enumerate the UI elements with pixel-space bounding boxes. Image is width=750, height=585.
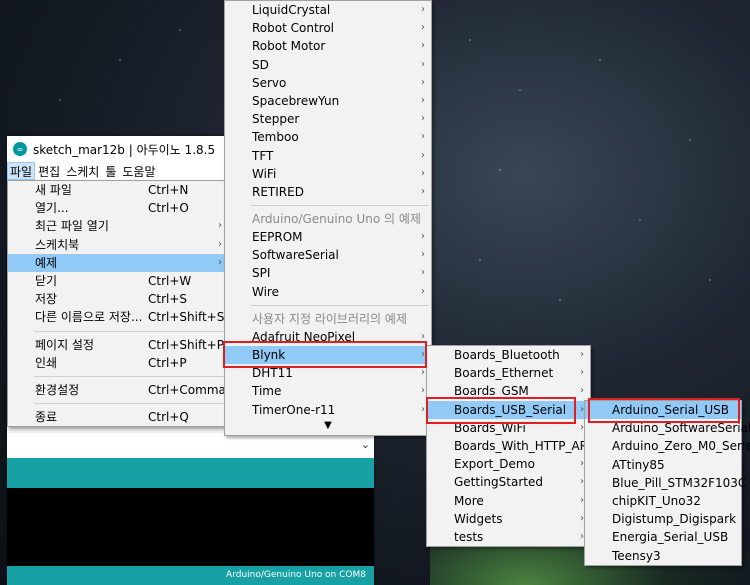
- examples-board-header: Arduino/Genuino Uno 의 예제: [252, 212, 421, 227]
- example-wire[interactable]: Wire ›: [225, 283, 431, 301]
- menu-separator: [34, 330, 226, 332]
- usb-attiny85[interactable]: ATtiny85: [585, 456, 741, 474]
- blynk-boards-http-api[interactable]: Boards_With_HTTP_API ›: [427, 437, 590, 455]
- chevron-right-icon: ›: [580, 367, 584, 379]
- menu-separator: [34, 403, 226, 405]
- blynk-boards-bluetooth[interactable]: Boards_Bluetooth ›: [427, 346, 590, 364]
- usb-teensy3[interactable]: Teensy3: [585, 547, 741, 565]
- chevron-right-icon: ›: [421, 403, 425, 415]
- example-retired[interactable]: RETIRED ›: [225, 183, 431, 201]
- chevron-right-icon: ›: [421, 385, 425, 397]
- chevron-right-icon: ›: [421, 22, 425, 34]
- editor-divider: [7, 458, 374, 488]
- usb-energia-serial-usb[interactable]: Energia_Serial_USB: [585, 528, 741, 546]
- menu-item-close[interactable]: 닫기 Ctrl+W: [8, 272, 228, 290]
- tab-strip: ⌄: [7, 433, 374, 459]
- menu-help[interactable]: 도움말: [119, 162, 158, 180]
- example-time[interactable]: Time ›: [225, 382, 431, 400]
- blynk-menu: Boards_Bluetooth › Boards_Ethernet › Board…: [426, 345, 591, 548]
- blynk-export-demo[interactable]: Export_Demo ›: [427, 455, 590, 473]
- window-title: sketch_mar12b | 아두이노 1.8.5: [33, 142, 216, 157]
- highlight-blynk: [223, 341, 427, 368]
- example-sd[interactable]: SD ›: [225, 56, 431, 74]
- chevron-right-icon: ›: [580, 385, 584, 397]
- menu-item-preferences[interactable]: 환경설정 Ctrl+Comma: [8, 381, 228, 399]
- chevron-right-icon: ›: [421, 267, 425, 279]
- menu-separator: [34, 375, 226, 377]
- console-area: [7, 488, 374, 566]
- menu-item-recent[interactable]: 최근 파일 열기 ›: [8, 217, 228, 235]
- example-liquidcrystal[interactable]: LiquidCrystal ›: [225, 1, 431, 19]
- example-stepper[interactable]: Stepper ›: [225, 110, 431, 128]
- example-tft[interactable]: TFT ›: [225, 147, 431, 165]
- example-spi[interactable]: SPI ›: [225, 264, 431, 282]
- scroll-down-icon[interactable]: ▼: [225, 419, 431, 435]
- menu-item-new[interactable]: 새 파일 Ctrl+N: [8, 181, 228, 199]
- example-spacebrewyun[interactable]: SpacebrewYun ›: [225, 92, 431, 110]
- chevron-right-icon: ›: [421, 94, 425, 106]
- usb-chipkit-uno32[interactable]: chipKIT_Uno32: [585, 492, 741, 510]
- chevron-right-icon: ›: [421, 113, 425, 125]
- example-eeprom[interactable]: EEPROM ›: [225, 228, 431, 246]
- usb-serial-menu: Arduino_Serial_USB Arduino_SoftwareSeria…: [584, 400, 750, 566]
- chevron-right-icon: ›: [421, 249, 425, 261]
- chevron-right-icon: ›: [421, 185, 425, 197]
- example-timerone[interactable]: TimerOne-r11 ›: [225, 401, 431, 419]
- chevron-right-icon: ›: [421, 167, 425, 179]
- chevron-right-icon: ›: [218, 256, 222, 268]
- example-servo[interactable]: Servo ›: [225, 74, 431, 92]
- chevron-right-icon: ›: [218, 238, 222, 250]
- menu-item-examples[interactable]: 예제 ›: [8, 253, 228, 272]
- menu-item-save-as[interactable]: 다른 이름으로 저장... Ctrl+Shift+S: [8, 308, 228, 326]
- menu-tools[interactable]: 툴: [102, 162, 119, 180]
- chevron-right-icon: ›: [421, 76, 425, 88]
- menu-separator: [251, 304, 429, 306]
- chevron-right-icon: ›: [421, 149, 425, 161]
- chevron-right-icon: ›: [580, 349, 584, 360]
- chevron-right-icon: ›: [421, 231, 425, 243]
- chevron-right-icon: ›: [421, 131, 425, 143]
- examples-custom-header: 사용자 지정 라이브러리의 예제: [252, 311, 407, 326]
- blynk-widgets[interactable]: Widgets ›: [427, 510, 590, 528]
- usb-digistump-digispark[interactable]: Digistump_Digispark: [585, 510, 741, 528]
- usb-blue-pill[interactable]: Blue_Pill_STM32F103C: [585, 474, 746, 492]
- menu-item-print[interactable]: 인쇄 Ctrl+P: [8, 354, 228, 372]
- arduino-logo-icon: ∞: [13, 142, 27, 156]
- menu-separator: [251, 205, 429, 207]
- menu-file[interactable]: 파일: [7, 162, 36, 180]
- example-robot-control[interactable]: Robot Control ›: [225, 19, 431, 37]
- usb-arduino-zero-m0-serial[interactable]: Arduino_Zero_M0_Serial: [585, 437, 750, 455]
- example-wifi[interactable]: WiFi ›: [225, 165, 431, 183]
- menu-item-sketchbook[interactable]: 스케치북 ›: [8, 236, 228, 254]
- chevron-right-icon: ›: [421, 285, 425, 297]
- blynk-tests[interactable]: tests ›: [427, 528, 590, 546]
- blynk-getting-started[interactable]: GettingStarted ›: [427, 473, 590, 491]
- menu-sketch[interactable]: 스케치: [63, 162, 102, 180]
- tab-dropdown-icon[interactable]: ⌄: [361, 438, 370, 451]
- examples-menu: LiquidCrystal › Robot Control › Robot Moto…: [224, 0, 432, 436]
- highlight-boards-usb-serial: [426, 397, 576, 424]
- chevron-right-icon: ›: [421, 40, 425, 52]
- menu-edit[interactable]: 편집: [35, 162, 63, 180]
- chevron-right-icon: ›: [421, 4, 425, 15]
- blynk-more[interactable]: More ›: [427, 492, 590, 510]
- chevron-right-icon: ›: [421, 58, 425, 70]
- chevron-right-icon: ›: [218, 220, 222, 232]
- example-temboo[interactable]: Temboo ›: [225, 128, 431, 146]
- blynk-boards-ethernet[interactable]: Boards_Ethernet ›: [427, 364, 590, 382]
- menu-item-page-setup[interactable]: 페이지 설정 Ctrl+Shift+P: [8, 336, 228, 354]
- menu-item-quit[interactable]: 종료 Ctrl+Q: [8, 408, 228, 426]
- highlight-arduino-serial-usb: [588, 398, 740, 423]
- menu-item-save[interactable]: 저장 Ctrl+S: [8, 290, 228, 308]
- example-robot-motor[interactable]: Robot Motor ›: [225, 37, 431, 55]
- example-softwareserial[interactable]: SoftwareSerial ›: [225, 246, 431, 264]
- menu-item-open[interactable]: 열기... Ctrl+O: [8, 199, 228, 217]
- file-menu: 새 파일 Ctrl+N 열기... Ctrl+O 최근 파일 열기 › 스케치북 › 예…: [7, 180, 229, 428]
- status-bar: Arduino/Genuino Uno on COM8: [7, 566, 374, 585]
